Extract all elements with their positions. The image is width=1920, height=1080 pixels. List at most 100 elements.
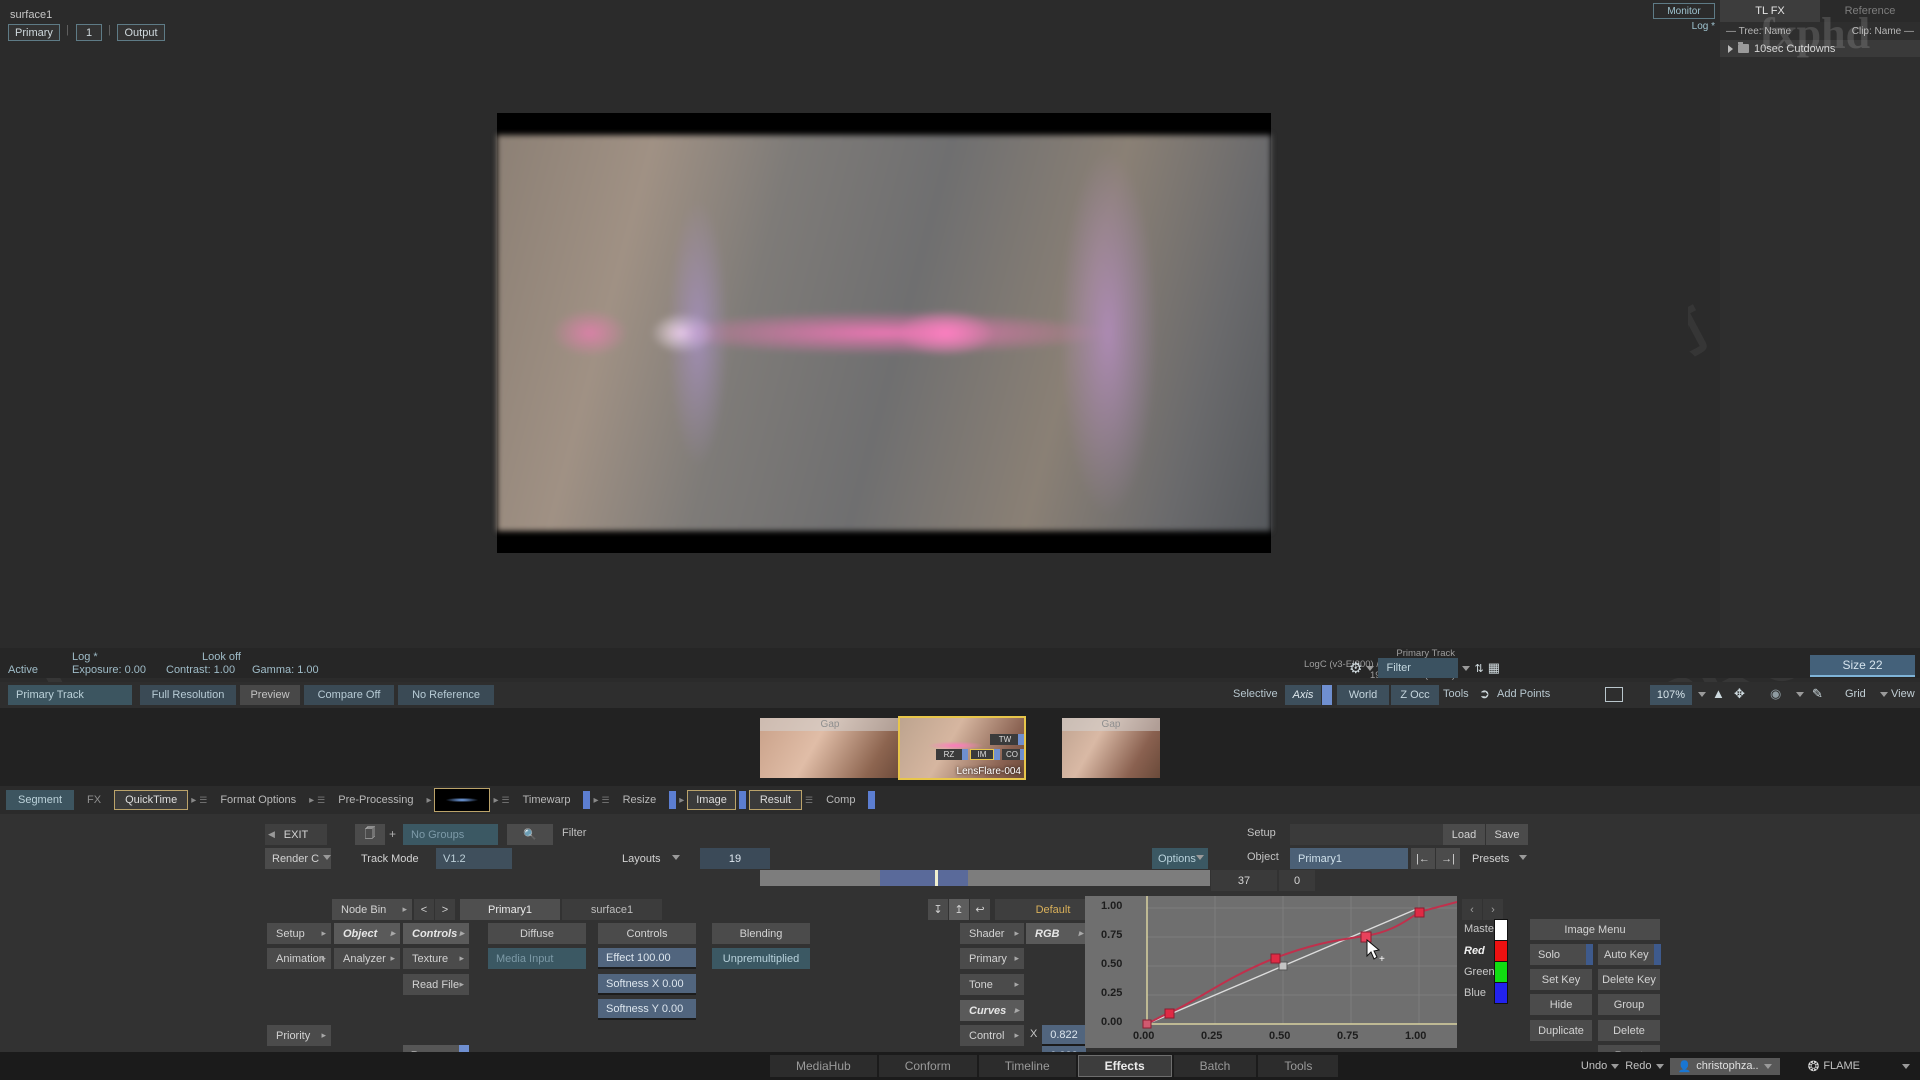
gear-icon[interactable]: ⚙ bbox=[1349, 659, 1362, 677]
copy-node-icon[interactable]: 🗍 bbox=[355, 824, 385, 845]
channel-green-label[interactable]: Green bbox=[1464, 966, 1495, 978]
node-bin-next[interactable]: > bbox=[435, 899, 455, 920]
channel-blue-label[interactable]: Blue bbox=[1464, 987, 1486, 999]
timeline-clip-gap-left[interactable]: Gap bbox=[760, 718, 900, 778]
timewarp-node[interactable]: Timewarp bbox=[513, 790, 581, 810]
undo-button[interactable]: Undo bbox=[1581, 1060, 1620, 1072]
z-occ-button[interactable]: Z Occ bbox=[1391, 685, 1439, 705]
frame-total-field[interactable]: 37 bbox=[1211, 870, 1277, 891]
tab-batch[interactable]: Batch bbox=[1173, 1055, 1257, 1077]
node-tab-primary1[interactable]: Primary1 bbox=[460, 899, 560, 920]
duplicate-button[interactable]: Duplicate bbox=[1530, 1020, 1592, 1041]
delete-button[interactable]: Delete bbox=[1598, 1020, 1660, 1041]
object-menu-button[interactable]: Object bbox=[334, 923, 400, 944]
tab-effects[interactable]: Effects bbox=[1077, 1055, 1172, 1077]
clip-badge-im[interactable]: IM bbox=[970, 749, 994, 760]
image-node[interactable]: Image bbox=[687, 790, 736, 810]
node-tab-surface1[interactable]: surface1 bbox=[562, 899, 662, 920]
log-button[interactable]: Log * bbox=[1653, 21, 1715, 34]
channel-master-swatch[interactable] bbox=[1494, 919, 1508, 941]
status-contrast[interactable]: Contrast: 1.00 bbox=[166, 664, 235, 676]
filter-label[interactable]: Filter bbox=[562, 827, 586, 839]
unpremultiplied-button[interactable]: Unpremultiplied bbox=[712, 948, 810, 969]
output-chip[interactable]: Output bbox=[117, 24, 165, 41]
cursor-pointer-icon[interactable]: ➲ bbox=[1479, 686, 1490, 702]
frame-extra-field[interactable]: 0 bbox=[1279, 870, 1315, 891]
key-out-button[interactable]: ↩ bbox=[970, 899, 990, 920]
curve-svg[interactable]: + bbox=[1085, 896, 1457, 1048]
no-groups-field[interactable]: No Groups bbox=[403, 824, 498, 845]
channel-red-label[interactable]: Red bbox=[1464, 945, 1485, 957]
setup-field[interactable] bbox=[1290, 824, 1450, 845]
status-gamma[interactable]: Gamma: 1.00 bbox=[252, 664, 319, 676]
node-bin-dropdown[interactable]: Node Bin bbox=[332, 899, 412, 920]
tab-reference[interactable]: Reference bbox=[1820, 0, 1920, 22]
clip-badge-rz[interactable]: RZ bbox=[936, 749, 962, 760]
render-c-dropdown[interactable]: Render C bbox=[265, 848, 331, 869]
grid-view-icon[interactable]: ▦ bbox=[1488, 660, 1500, 676]
product-menu[interactable]: ❂ FLAME bbox=[1808, 1058, 1860, 1075]
search-icon[interactable]: 🔍 bbox=[507, 824, 553, 845]
image-menu-button[interactable]: Image Menu bbox=[1530, 919, 1660, 940]
redo-caret[interactable] bbox=[1655, 1063, 1664, 1069]
channel-master-label[interactable]: Master bbox=[1464, 923, 1498, 935]
globe-icon[interactable]: ◉ bbox=[1770, 686, 1781, 702]
object-prev-button[interactable]: |← bbox=[1411, 848, 1435, 869]
index-chip[interactable]: 1 bbox=[76, 24, 102, 41]
fit-icon[interactable]: ✥ bbox=[1734, 686, 1745, 702]
fx-tab[interactable]: FX bbox=[77, 790, 111, 810]
softness-x-slider[interactable]: Softness X 0.00 bbox=[598, 974, 696, 995]
quicktime-node[interactable]: QuickTime bbox=[114, 790, 189, 810]
track-mode-label[interactable]: Track Mode bbox=[355, 848, 435, 869]
rect-marquee-icon[interactable] bbox=[1605, 687, 1623, 702]
redo-button[interactable]: Redo bbox=[1625, 1060, 1664, 1072]
clip-badge-co[interactable]: CO bbox=[1002, 749, 1022, 760]
texture-menu-button[interactable]: Texture bbox=[403, 948, 469, 969]
shader-mode-rgb[interactable]: RGB bbox=[1026, 923, 1088, 944]
grade-prev-button[interactable]: ‹ bbox=[1462, 899, 1482, 920]
solo-button[interactable]: Solo bbox=[1530, 944, 1592, 965]
diffuse-header[interactable]: Diffuse bbox=[488, 923, 586, 944]
eyedropper-icon[interactable]: ✎ bbox=[1812, 686, 1823, 702]
control-menu-button[interactable]: Control bbox=[960, 1025, 1024, 1046]
tab-conform[interactable]: Conform bbox=[878, 1055, 977, 1077]
image-viewer[interactable] bbox=[0, 48, 1688, 648]
preview-button[interactable]: Preview bbox=[240, 685, 300, 705]
channel-blue-swatch[interactable] bbox=[1494, 982, 1508, 1004]
grid-button[interactable]: Grid bbox=[1845, 688, 1866, 700]
clip-badge-tw[interactable]: TW bbox=[990, 734, 1020, 745]
stepper-icon[interactable]: ⇅ bbox=[1474, 662, 1483, 675]
primary-chip[interactable]: Primary bbox=[8, 24, 60, 41]
grid-caret[interactable] bbox=[1880, 692, 1888, 697]
tree-row-10sec-cutdowns[interactable]: 10sec Cutdowns bbox=[1720, 40, 1920, 57]
hide-button[interactable]: Hide bbox=[1530, 994, 1592, 1015]
curves-menu-button[interactable]: Curves bbox=[960, 1000, 1024, 1021]
comp-node[interactable]: Comp bbox=[816, 790, 865, 810]
gear-dropdown-caret[interactable] bbox=[1366, 665, 1375, 671]
user-menu[interactable]: 👤 christophza.. bbox=[1669, 1057, 1780, 1075]
grade-next-button[interactable]: › bbox=[1483, 899, 1503, 920]
chevron-right-icon[interactable] bbox=[1728, 44, 1733, 53]
no-reference-button[interactable]: No Reference bbox=[398, 685, 494, 705]
filter-caret[interactable] bbox=[1462, 665, 1471, 671]
tab-tools[interactable]: Tools bbox=[1258, 1055, 1339, 1077]
zoom-caret[interactable] bbox=[1698, 692, 1706, 697]
undo-caret[interactable] bbox=[1611, 1063, 1620, 1069]
node-bin-prev[interactable]: < bbox=[414, 899, 434, 920]
priority-menu-button[interactable]: Priority bbox=[267, 1025, 331, 1046]
set-key-button[interactable]: Set Key bbox=[1530, 969, 1592, 990]
effect-slider[interactable]: Effect 100.00 bbox=[598, 948, 696, 969]
view-button[interactable]: View bbox=[1891, 688, 1915, 700]
full-resolution-button[interactable]: Full Resolution bbox=[140, 685, 236, 705]
monitor-button[interactable]: Monitor bbox=[1653, 3, 1715, 19]
compare-off-button[interactable]: Compare Off bbox=[304, 685, 394, 705]
tab-timeline[interactable]: Timeline bbox=[978, 1055, 1076, 1077]
frame-field[interactable]: 19 bbox=[700, 848, 770, 869]
viewer-frame[interactable] bbox=[497, 113, 1271, 553]
tab-mediahub[interactable]: MediaHub bbox=[770, 1055, 877, 1077]
timeline-scrubber[interactable] bbox=[760, 870, 1210, 886]
segment-tab[interactable]: Segment bbox=[6, 790, 74, 810]
result-node[interactable]: Result bbox=[748, 790, 803, 810]
size-field[interactable]: Size 22 bbox=[1810, 655, 1915, 677]
shader-menu-button[interactable]: Shader bbox=[960, 923, 1024, 944]
